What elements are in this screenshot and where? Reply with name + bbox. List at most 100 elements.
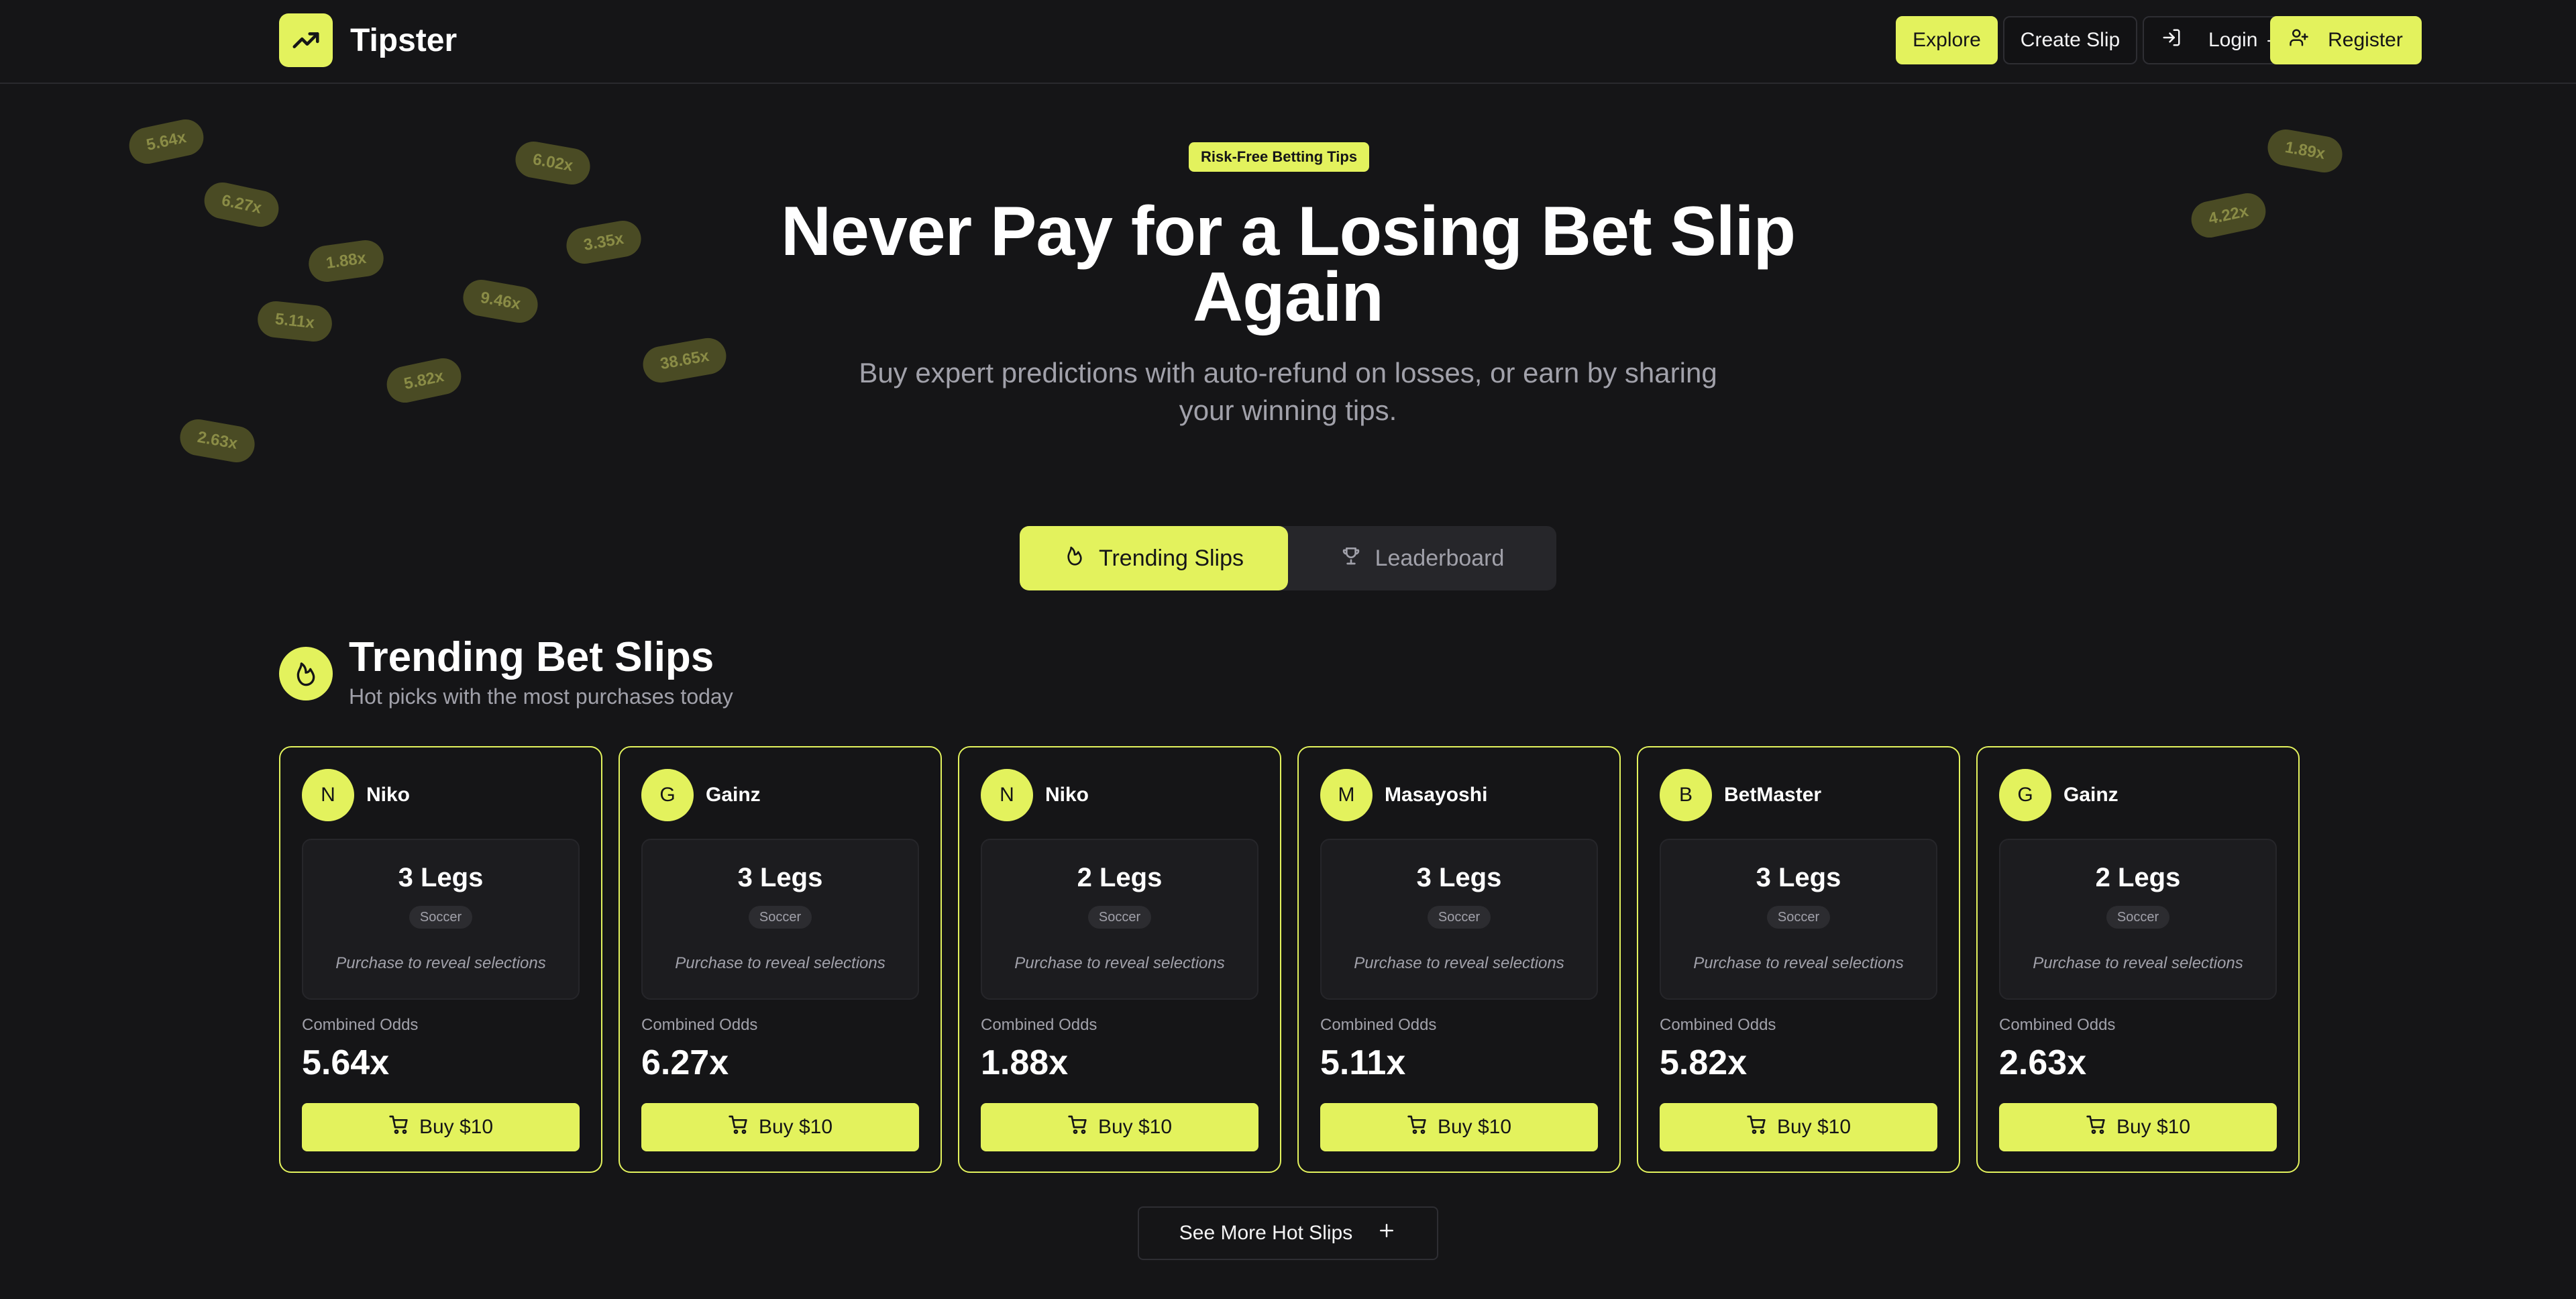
- tipster-name[interactable]: BetMaster: [1724, 784, 1821, 807]
- login-label: Login: [2208, 29, 2258, 51]
- combined-odds: 2.63x: [1999, 1043, 2087, 1082]
- tipster-info: N Niko: [981, 769, 1089, 821]
- avatar: N: [302, 769, 354, 821]
- floating-odds-pill: 5.11x: [256, 299, 334, 344]
- plus-icon: [1377, 1220, 1397, 1246]
- trending-up-icon: [279, 13, 333, 67]
- avatar: B: [1660, 769, 1712, 821]
- tipster-info: M Masayoshi: [1320, 769, 1487, 821]
- floating-odds-pill: 5.82x: [383, 354, 465, 407]
- register-button[interactable]: Register: [2270, 16, 2422, 64]
- tab-trending-label: Trending Slips: [1098, 545, 1244, 571]
- hero-title: Never Pay for a Losing Bet Slip Again: [780, 193, 1796, 336]
- tab-leaderboard[interactable]: Leaderboard: [1288, 526, 1556, 590]
- floating-odds-pill: 5.64x: [125, 115, 207, 168]
- tipster-name[interactable]: Gainz: [2063, 784, 2118, 807]
- slip-preview: 3 Legs Soccer Purchase to reveal selecti…: [1660, 839, 1937, 1000]
- buy-label: Buy $10: [1776, 1116, 1851, 1138]
- combined-odds: 5.82x: [1660, 1043, 1748, 1082]
- reveal-note: Purchase to reveal selections: [1693, 954, 1904, 972]
- register-label: Register: [2328, 29, 2403, 51]
- tipster-info: G Gainz: [1999, 769, 2118, 821]
- odds-label: Combined Odds: [302, 1016, 419, 1034]
- combined-odds: 1.88x: [981, 1043, 1069, 1082]
- main-nav: Explore Create Slip Login Register: [1896, 16, 2422, 64]
- sport-badge: Soccer: [1766, 906, 1831, 929]
- buy-button[interactable]: Buy $10: [302, 1103, 580, 1151]
- reveal-note: Purchase to reveal selections: [2033, 954, 2243, 972]
- slip-preview: 2 Legs Soccer Purchase to reveal selecti…: [1999, 839, 2277, 1000]
- legs-count: 3 Legs: [1756, 863, 1841, 892]
- bet-slip-card[interactable]: N Niko 3 Legs Soccer Purchase to reveal …: [279, 746, 602, 1173]
- trophy-icon: [1340, 545, 1362, 572]
- legs-count: 2 Legs: [1077, 863, 1163, 892]
- tipster-name[interactable]: Niko: [366, 784, 410, 807]
- buy-button[interactable]: Buy $10: [1660, 1103, 1937, 1151]
- buy-label: Buy $10: [758, 1116, 833, 1138]
- reveal-note: Purchase to reveal selections: [1014, 954, 1225, 972]
- hero-badge: Risk-Free Betting Tips: [1189, 142, 1370, 172]
- logo[interactable]: Tipster: [279, 13, 457, 67]
- cart-icon: [2086, 1114, 2107, 1141]
- tipster-info: B BetMaster: [1660, 769, 1821, 821]
- sport-badge: Soccer: [1427, 906, 1491, 929]
- sport-badge: Soccer: [1087, 906, 1152, 929]
- sport-badge: Soccer: [2106, 906, 2170, 929]
- buy-button[interactable]: Buy $10: [981, 1103, 1258, 1151]
- avatar: M: [1320, 769, 1373, 821]
- odds-label: Combined Odds: [1660, 1016, 1776, 1034]
- slip-preview: 2 Legs Soccer Purchase to reveal selecti…: [981, 839, 1258, 1000]
- bet-slip-card[interactable]: G Gainz 3 Legs Soccer Purchase to reveal…: [619, 746, 942, 1173]
- reveal-note: Purchase to reveal selections: [1354, 954, 1564, 972]
- odds-label: Combined Odds: [641, 1016, 758, 1034]
- trending-slips-list: N Niko 3 Legs Soccer Purchase to reveal …: [279, 746, 2300, 1173]
- slip-preview: 3 Legs Soccer Purchase to reveal selecti…: [302, 839, 580, 1000]
- combined-odds: 5.11x: [1320, 1043, 1406, 1082]
- slip-preview: 3 Legs Soccer Purchase to reveal selecti…: [1320, 839, 1598, 1000]
- avatar: G: [1999, 769, 2051, 821]
- buy-button[interactable]: Buy $10: [1999, 1103, 2277, 1151]
- login-button[interactable]: Login: [2143, 16, 2285, 64]
- floating-odds-pill: 6.27x: [201, 178, 282, 231]
- floating-odds-pill: 1.89x: [2265, 126, 2345, 176]
- cart-icon: [1407, 1114, 1428, 1141]
- combined-odds: 5.64x: [302, 1043, 390, 1082]
- sport-badge: Soccer: [409, 906, 473, 929]
- cart-icon: [1067, 1114, 1089, 1141]
- slip-preview: 3 Legs Soccer Purchase to reveal selecti…: [641, 839, 919, 1000]
- bet-slip-card[interactable]: B BetMaster 3 Legs Soccer Purchase to re…: [1637, 746, 1960, 1173]
- floating-odds-pill: 6.02x: [513, 138, 593, 188]
- tipster-name[interactable]: Gainz: [706, 784, 761, 807]
- cart-icon: [1746, 1114, 1768, 1141]
- reveal-note: Purchase to reveal selections: [335, 954, 546, 972]
- tipster-name[interactable]: Niko: [1045, 784, 1089, 807]
- bet-slip-card[interactable]: N Niko 2 Legs Soccer Purchase to reveal …: [958, 746, 1281, 1173]
- floating-odds-pill: 3.35x: [564, 217, 644, 267]
- tab-trending-slips[interactable]: Trending Slips: [1020, 526, 1288, 590]
- cart-icon: [388, 1114, 410, 1141]
- buy-button[interactable]: Buy $10: [641, 1103, 919, 1151]
- bet-slip-card[interactable]: G Gainz 2 Legs Soccer Purchase to reveal…: [1976, 746, 2300, 1173]
- see-more-label: See More Hot Slips: [1179, 1222, 1353, 1244]
- floating-odds-pill: 1.88x: [306, 238, 386, 284]
- avatar: N: [981, 769, 1033, 821]
- buy-button[interactable]: Buy $10: [1320, 1103, 1598, 1151]
- odds-label: Combined Odds: [1320, 1016, 1437, 1034]
- page: Tipster Explore Create Slip Login Regist…: [0, 0, 2576, 1299]
- section-subtitle: Hot picks with the most purchases today: [349, 684, 733, 709]
- hero-subtitle: Buy expert predictions with auto-refund …: [859, 357, 1717, 426]
- create-slip-button[interactable]: Create Slip: [2003, 16, 2137, 64]
- floating-odds-pill: 9.46x: [460, 276, 541, 326]
- tipster-info: G Gainz: [641, 769, 761, 821]
- odds-label: Combined Odds: [981, 1016, 1097, 1034]
- explore-button[interactable]: Explore: [1896, 16, 1998, 64]
- tipster-name[interactable]: Masayoshi: [1385, 784, 1487, 807]
- combined-odds: 6.27x: [641, 1043, 729, 1082]
- bet-slip-card[interactable]: M Masayoshi 3 Legs Soccer Purchase to re…: [1297, 746, 1621, 1173]
- see-more-button[interactable]: See More Hot Slips: [1138, 1206, 1438, 1260]
- flame-icon: [279, 647, 333, 700]
- cart-icon: [728, 1114, 749, 1141]
- legs-count: 3 Legs: [1416, 863, 1502, 892]
- app-name: Tipster: [350, 22, 458, 58]
- user-plus-icon: [2289, 28, 2309, 53]
